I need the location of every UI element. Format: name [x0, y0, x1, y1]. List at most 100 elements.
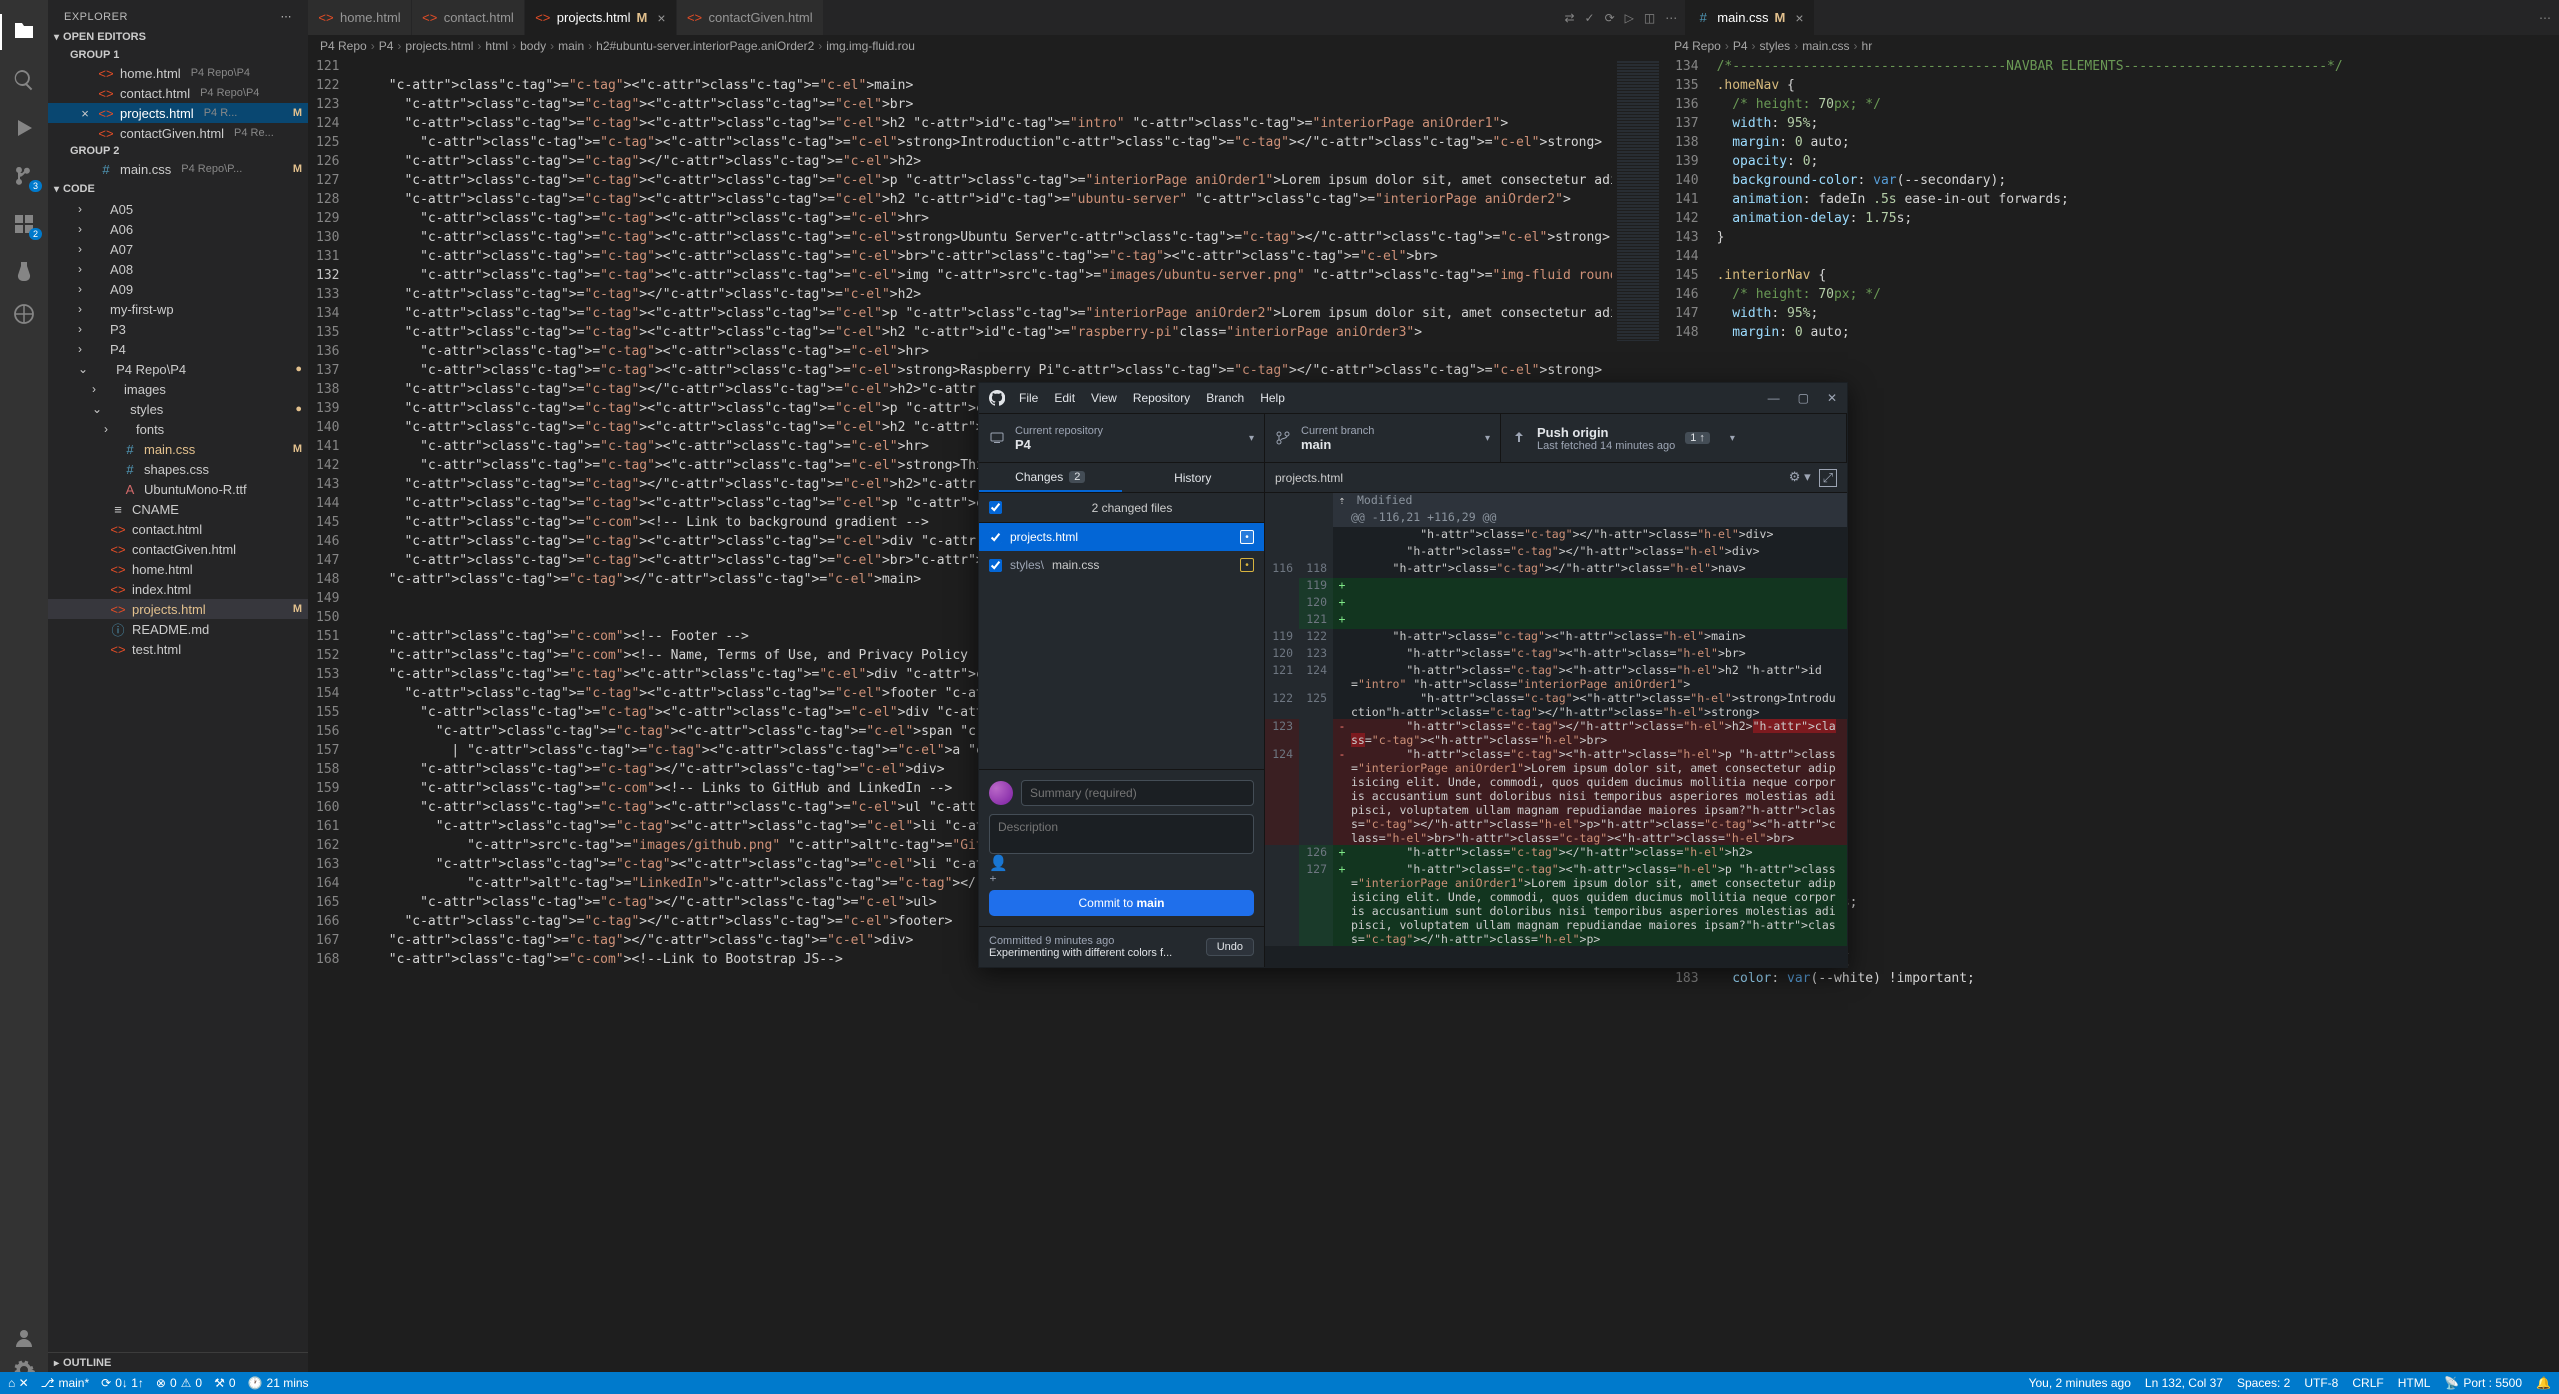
menu-item[interactable]: Branch: [1206, 391, 1244, 405]
breadcrumb-segment[interactable]: main: [558, 39, 584, 53]
menu-item[interactable]: Repository: [1133, 391, 1190, 405]
folder-item[interactable]: ›fonts: [48, 419, 308, 439]
language-status[interactable]: HTML: [2398, 1376, 2431, 1390]
remote-indicator[interactable]: ⌂ ✕: [8, 1376, 29, 1390]
menu-item[interactable]: File: [1019, 391, 1038, 405]
diff-view[interactable]: ⇡Modified@@ -116,21 +116,29 @@ "h-attr">…: [1265, 493, 1847, 967]
history-tab[interactable]: History: [1122, 463, 1265, 492]
menu-item[interactable]: View: [1091, 391, 1117, 405]
overview-ruler[interactable]: [2545, 57, 2559, 1394]
current-branch-dropdown[interactable]: Current branchmain ▾: [1265, 414, 1501, 462]
file-item[interactable]: <>index.html: [48, 579, 308, 599]
run-tab-icon[interactable]: ▷: [1625, 11, 1634, 25]
folder-item[interactable]: ⌄P4 Repo\P4●: [48, 359, 308, 379]
file-item[interactable]: AUbuntuMono-R.ttf: [48, 479, 308, 499]
breadcrumb-segment[interactable]: styles: [1760, 39, 1791, 53]
push-origin-button[interactable]: Push originLast fetched 14 minutes ago 1…: [1501, 414, 1847, 462]
changed-file-item[interactable]: styles\main.css•: [979, 551, 1264, 579]
file-item[interactable]: <>projects.htmlM: [48, 599, 308, 619]
commit-icon[interactable]: ✓: [1585, 11, 1595, 25]
editor-tab[interactable]: <>home.html: [308, 0, 412, 35]
open-editor-item[interactable]: #main.cssP4 Repo\P...M: [48, 159, 308, 179]
scm-icon[interactable]: 3: [12, 164, 36, 188]
undo-button[interactable]: Undo: [1206, 938, 1254, 956]
folder-item[interactable]: ›P3: [48, 319, 308, 339]
menu-item[interactable]: Help: [1260, 391, 1285, 405]
breadcrumb-segment[interactable]: P4: [379, 39, 394, 53]
file-item[interactable]: <>home.html: [48, 559, 308, 579]
problems-status[interactable]: ⊗ 0 ⚠ 0: [156, 1376, 202, 1390]
minimize-icon[interactable]: —: [1768, 391, 1780, 405]
folder-item[interactable]: ›A09: [48, 279, 308, 299]
blame-status[interactable]: You, 2 minutes ago: [2029, 1376, 2131, 1390]
breadcrumb-segment[interactable]: main.css: [1802, 39, 1849, 53]
folder-item[interactable]: ›my-first-wp: [48, 299, 308, 319]
changed-file-item[interactable]: projects.html•: [979, 523, 1264, 551]
run-icon[interactable]: [12, 116, 36, 140]
file-item[interactable]: <>contactGiven.html: [48, 539, 308, 559]
indent-status[interactable]: Spaces: 2: [2237, 1376, 2290, 1390]
encoding-status[interactable]: UTF-8: [2304, 1376, 2338, 1390]
open-editor-item[interactable]: <>home.htmlP4 Repo\P4: [48, 63, 308, 83]
breadcrumb-segment[interactable]: body: [520, 39, 546, 53]
summary-input[interactable]: [1021, 780, 1254, 806]
description-input[interactable]: [989, 814, 1254, 854]
file-item[interactable]: ≡CNAME: [48, 499, 308, 519]
add-coauthor-icon[interactable]: 👤⁺: [989, 862, 1009, 882]
search-icon[interactable]: [12, 68, 36, 92]
select-all-checkbox[interactable]: [989, 501, 1002, 514]
editor-tab[interactable]: <>contactGiven.html: [677, 0, 824, 35]
more-icon[interactable]: ⋯: [281, 10, 293, 23]
breadcrumb-segment[interactable]: P4: [1733, 39, 1748, 53]
file-item[interactable]: #shapes.css: [48, 459, 308, 479]
file-checkbox[interactable]: [989, 559, 1002, 572]
breadcrumb-segment[interactable]: hr: [1862, 39, 1873, 53]
file-item[interactable]: ⓘREADME.md: [48, 619, 308, 639]
eol-status[interactable]: CRLF: [2352, 1376, 2383, 1390]
editor-tab[interactable]: <>contact.html: [412, 0, 525, 35]
file-item[interactable]: <>test.html: [48, 639, 308, 659]
breadcrumb-segment[interactable]: html: [485, 39, 508, 53]
cursor-position[interactable]: Ln 132, Col 37: [2145, 1376, 2223, 1390]
close-icon[interactable]: ✕: [1827, 391, 1837, 405]
close-tab-icon[interactable]: ×: [657, 10, 665, 26]
folder-item[interactable]: ›A05: [48, 199, 308, 219]
time-status[interactable]: 🕐 21 mins: [248, 1376, 309, 1390]
folder-item[interactable]: ⌄styles●: [48, 399, 308, 419]
more-icon[interactable]: ⋯: [2539, 11, 2551, 25]
diff-settings-icon[interactable]: ⚙ ▾: [1789, 469, 1811, 487]
breadcrumbs-right[interactable]: P4 Repo›P4›styles›main.css›hr: [1662, 35, 2559, 57]
explorer-icon[interactable]: [12, 20, 36, 44]
open-editor-item[interactable]: ×<>projects.htmlP4 R...M: [48, 103, 308, 123]
compare-icon[interactable]: ⇄: [1564, 11, 1574, 25]
breadcrumb-segment[interactable]: P4 Repo: [320, 39, 367, 53]
account-icon[interactable]: [12, 1326, 36, 1350]
code-section[interactable]: ▾CODE: [48, 179, 308, 199]
breadcrumb-segment[interactable]: projects.html: [405, 39, 473, 53]
more-tab-icon[interactable]: ⋯: [1665, 11, 1677, 25]
breadcrumb-segment[interactable]: img.img-fluid.rou: [826, 39, 915, 53]
sync-status[interactable]: ⟳ 0↓ 1↑: [101, 1376, 144, 1390]
open-editor-item[interactable]: <>contactGiven.htmlP4 Re...: [48, 123, 308, 143]
build-status[interactable]: ⚒ 0: [214, 1376, 235, 1390]
extensions-icon[interactable]: 2: [12, 212, 36, 236]
breadcrumbs-left[interactable]: P4 Repo›P4›projects.html›html›body›main›…: [308, 35, 1662, 57]
notifications-icon[interactable]: 🔔: [2536, 1376, 2551, 1390]
open-editors-section[interactable]: ▾OPEN EDITORS: [48, 27, 308, 47]
editor-tab[interactable]: #main.cssM×: [1685, 0, 1814, 35]
breadcrumb-segment[interactable]: P4 Repo: [1674, 39, 1721, 53]
maximize-icon[interactable]: ▢: [1798, 391, 1809, 405]
ghd-titlebar[interactable]: FileEditViewRepositoryBranchHelp — ▢ ✕: [979, 383, 1847, 413]
split-icon[interactable]: ◫: [1644, 11, 1655, 25]
open-editor-item[interactable]: <>contact.htmlP4 Repo\P4: [48, 83, 308, 103]
close-icon[interactable]: ×: [78, 106, 92, 121]
folder-item[interactable]: ›A06: [48, 219, 308, 239]
branch-status[interactable]: ⎇ main*: [41, 1376, 90, 1390]
editor-tab[interactable]: <>projects.htmlM×: [525, 0, 677, 35]
folder-item[interactable]: ›P4: [48, 339, 308, 359]
close-tab-icon[interactable]: ×: [1795, 10, 1803, 26]
current-repo-dropdown[interactable]: Current repositoryP4 ▾: [979, 414, 1265, 462]
port-status[interactable]: 📡 Port : 5500: [2444, 1376, 2522, 1390]
commit-button[interactable]: Commit to main: [989, 890, 1254, 916]
outline-section[interactable]: ▸OUTLINE: [48, 1352, 308, 1373]
